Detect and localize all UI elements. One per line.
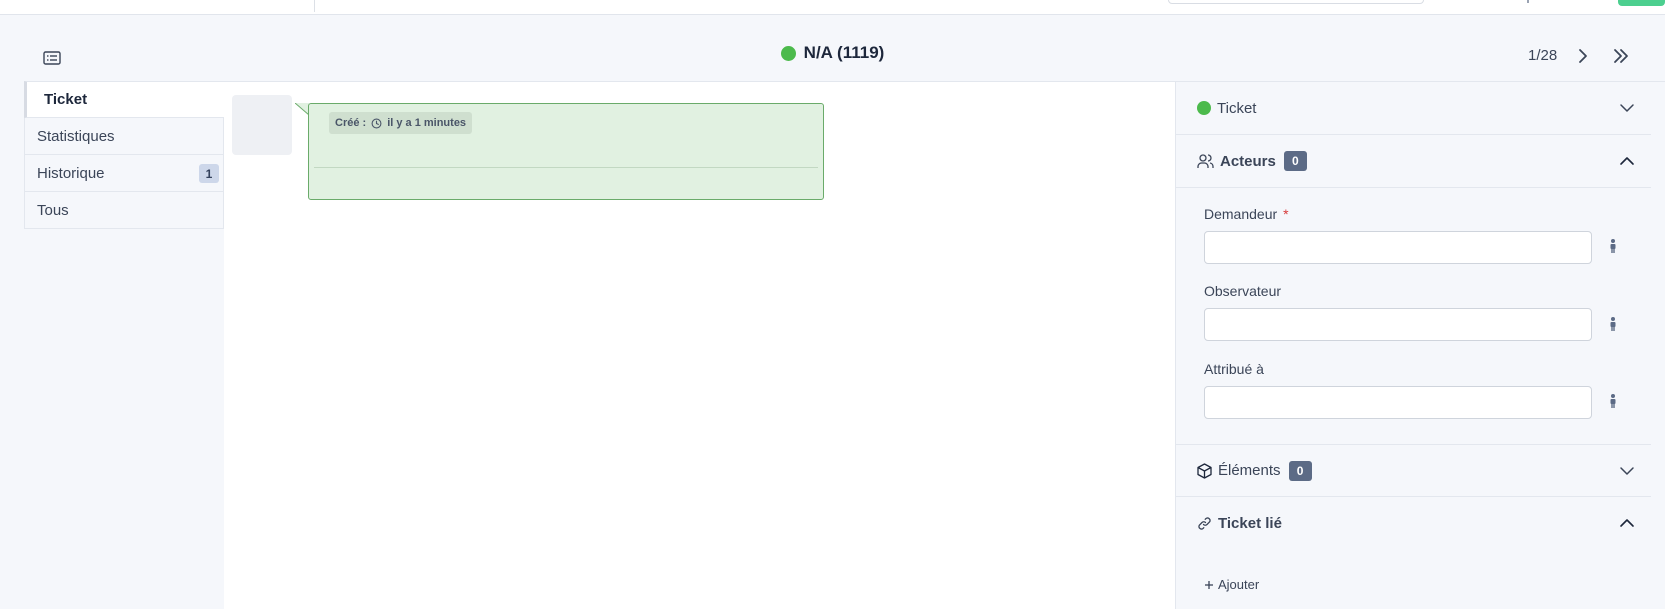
chevron-up-icon [1620,519,1634,527]
observer-label-text: Observateur [1204,283,1282,299]
add-linked-label: Ajouter [1218,577,1260,592]
person-icon[interactable] [1606,393,1620,409]
link-icon [1198,517,1211,530]
navbar-divider [314,0,315,12]
tab-label: Tous [37,201,69,219]
global-search-input[interactable] [1168,0,1424,4]
page-title: N/A (1119) [780,43,885,63]
tab-ticket[interactable]: Ticket [24,81,224,118]
section-ticket-label: Ticket [1217,99,1257,117]
navbar-indicator [1527,0,1529,3]
status-dot-icon [1197,101,1211,115]
page-title-text: N/A (1119) [803,43,885,62]
section-actors-header[interactable]: Acteurs 0 [1176,135,1651,188]
observer-label: Observateur [1204,283,1281,299]
ticket-header: N/A (1119) 1/28 [0,15,1665,82]
chevron-right-icon [1579,49,1587,63]
tab-label: Historique [37,164,105,182]
users-icon [1197,154,1214,168]
tab-label: Ticket [44,91,88,108]
chevron-up-icon [1620,157,1634,165]
requester-label: Demandeur * [1204,206,1289,222]
items-count-badge: 0 [1288,460,1312,481]
observer-field[interactable] [1204,308,1592,341]
tab-statistics[interactable]: Statistiques [24,118,224,155]
required-marker: * [1283,206,1289,222]
status-dot-icon [780,45,796,61]
box-icon [1197,462,1212,479]
requester-label-text: Demandeur [1204,206,1278,222]
ticket-side-panel: Ticket Acteurs 0 Demandeur * Observateur [1175,81,1665,609]
bubble-divider [314,167,818,168]
tab-label: Statistiques [37,127,115,145]
bubble-tail [295,103,309,115]
person-icon[interactable] [1606,316,1620,332]
created-value: il y a 1 minutes [387,117,467,129]
created-chip: Créé : il y a 1 minutes [329,112,473,134]
section-ticket-header[interactable]: Ticket [1176,82,1651,135]
tab-all[interactable]: Tous [24,192,224,229]
section-actors-label: Acteurs [1220,152,1276,170]
ticket-tabs: Ticket Statistiques Historique 1 Tous [24,81,224,229]
timeline-item-bubble[interactable]: Créé : il y a 1 minutes [308,103,824,200]
section-items-label: Éléments [1218,462,1281,479]
assigned-field[interactable] [1204,386,1592,419]
person-icon[interactable] [1606,238,1620,254]
chevron-down-icon [1620,467,1634,475]
history-count-badge: 1 [199,164,219,183]
last-ticket-button[interactable] [1610,46,1632,66]
top-navbar [0,0,1665,15]
section-items-header[interactable]: Éléments 0 [1176,444,1651,497]
assigned-label-text: Attribué à [1204,361,1264,377]
clock-icon [371,118,382,128]
pager-count: 1/28 [1528,47,1558,64]
chevron-down-icon [1620,104,1634,112]
timeline: Créé : il y a 1 minutes [224,81,1175,609]
section-linked-header[interactable]: Ticket lié [1176,497,1651,550]
avatar [232,95,292,155]
next-ticket-button[interactable] [1574,46,1592,66]
assigned-label: Attribué à [1204,361,1264,377]
add-linked-ticket-button[interactable]: Ajouter [1204,577,1259,592]
created-label: Créé : [335,117,367,129]
requester-field[interactable] [1204,231,1592,264]
page-title-wrap: N/A (1119) [0,43,1665,64]
section-linked-label: Ticket lié [1218,515,1282,532]
plus-icon [1205,580,1213,589]
chevrons-right-icon [1614,49,1628,63]
actors-count-badge: 0 [1283,151,1307,171]
tab-history[interactable]: Historique 1 [24,155,224,192]
navbar-action-button[interactable] [1618,0,1665,6]
